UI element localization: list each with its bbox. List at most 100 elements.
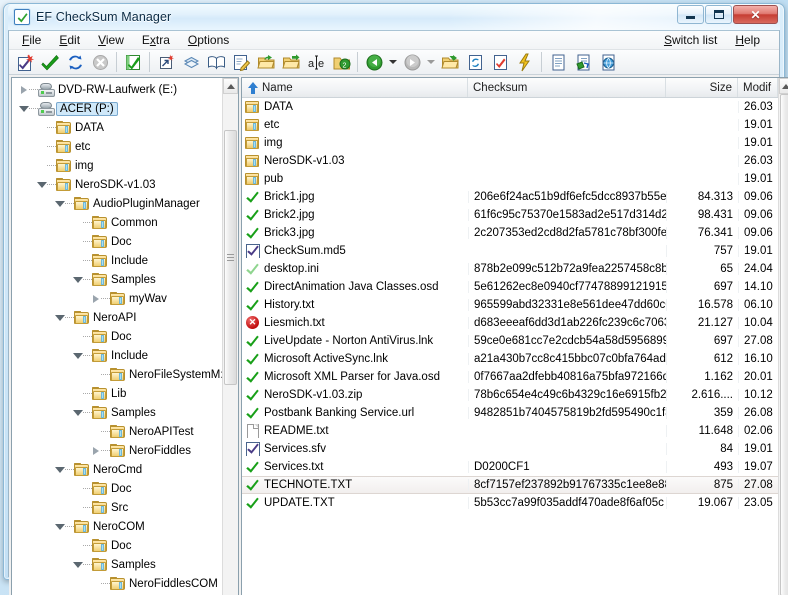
tree-item-mywav[interactable]: myWav <box>12 289 222 308</box>
expand-arrow-icon[interactable] <box>18 80 29 99</box>
collapse-arrow-icon[interactable] <box>54 308 65 327</box>
tree-item-nerofilesystemm[interactable]: NeroFileSystemM: <box>12 365 222 384</box>
collapse-arrow-icon[interactable] <box>72 346 83 365</box>
tree-item-samples[interactable]: Samples <box>12 555 222 574</box>
tree-item-include[interactable]: Include <box>12 251 222 270</box>
tree-item-data[interactable]: DATA <box>12 118 222 137</box>
collapse-arrow-icon[interactable] <box>72 270 83 289</box>
tree-scroll-thumb[interactable] <box>224 130 237 385</box>
table-row[interactable]: UPDATE.TXT5b53cc7a99f035addf470ade8f6af0… <box>242 494 778 512</box>
tree-item-samples[interactable]: Samples <box>12 403 222 422</box>
tree-item-nerosdk-v1-03[interactable]: NeroSDK-v1.03 <box>12 175 222 194</box>
up-folder-button[interactable] <box>438 50 462 74</box>
tree-item-doc[interactable]: Doc <box>12 536 222 555</box>
collapse-arrow-icon[interactable] <box>72 403 83 422</box>
book-button[interactable] <box>204 50 228 74</box>
tree-item-nerofiddlescom[interactable]: NeroFiddlesCOM <box>12 574 222 593</box>
tree-item-neroapi[interactable]: NeroAPI <box>12 308 222 327</box>
tree-item-nerocom[interactable]: NeroCOM <box>12 517 222 536</box>
table-row[interactable]: Microsoft XML Parser for Java.osd0f7667a… <box>242 368 778 386</box>
table-row[interactable]: Liesmich.txtd683eeeaf6dd3d1ab226fc239c6c… <box>242 314 778 332</box>
tree-item-audiopluginmanager[interactable]: AudioPluginManager <box>12 194 222 213</box>
tree-item-doc[interactable]: Doc <box>12 479 222 498</box>
list-vertical-scrollbar[interactable] <box>778 78 788 595</box>
expand-arrow-icon[interactable] <box>90 289 101 308</box>
menu-switch-list[interactable]: Switch list <box>655 31 726 49</box>
tree-scroll-track[interactable] <box>223 94 238 595</box>
column-header-name[interactable]: Name <box>242 78 468 97</box>
tree-item-acer-p[interactable]: ACER (P:) <box>12 99 222 118</box>
menu-edit[interactable]: Edit <box>50 31 89 49</box>
collapse-arrow-icon[interactable] <box>54 194 65 213</box>
document-button[interactable] <box>546 50 570 74</box>
table-row[interactable]: Services.sfv8419.01 <box>242 440 778 458</box>
recycle-button[interactable]: 2 <box>329 50 353 74</box>
menu-help[interactable]: Help <box>726 31 769 49</box>
refresh-view-button[interactable] <box>463 50 487 74</box>
quick-action-button[interactable] <box>513 50 537 74</box>
collapse-arrow-icon[interactable] <box>18 99 29 118</box>
shortcut-button[interactable] <box>154 50 178 74</box>
table-row[interactable]: Postbank Banking Service.url9482851b7404… <box>242 404 778 422</box>
menu-options[interactable]: Options <box>179 31 238 49</box>
back-button[interactable] <box>362 50 386 74</box>
tree-item-nerocmd[interactable]: NeroCmd <box>12 460 222 479</box>
table-row[interactable]: CheckSum.md575719.01 <box>242 242 778 260</box>
tree-item-include[interactable]: Include <box>12 346 222 365</box>
tree-item-common[interactable]: Common <box>12 213 222 232</box>
tree-item-nerofiddles[interactable]: NeroFiddles <box>12 441 222 460</box>
tree-item-samples[interactable]: Samples <box>12 270 222 289</box>
tree-vertical-scrollbar[interactable] <box>222 78 238 595</box>
collapse-arrow-icon[interactable] <box>36 175 47 194</box>
list-scroll-track[interactable] <box>779 94 788 595</box>
folder-tree[interactable]: DVD-RW-Laufwerk (E:)ACER (P:)DATAetcimgN… <box>12 78 222 595</box>
forward-dropdown-arrow[interactable] <box>425 50 437 74</box>
column-header-checksum[interactable]: Checksum <box>468 78 666 97</box>
table-row[interactable]: Brick1.jpg206e6f24ac51b9df6efc5dcc8937b5… <box>242 188 778 206</box>
export-folder-button[interactable] <box>279 50 303 74</box>
tree-item-dvd-rw-laufwerk-e[interactable]: DVD-RW-Laufwerk (E:) <box>12 80 222 99</box>
minimize-button[interactable] <box>677 5 704 24</box>
list-scroll-thumb[interactable] <box>780 94 788 595</box>
document-export-button[interactable] <box>571 50 595 74</box>
table-row[interactable]: img19.01 <box>242 134 778 152</box>
layers-button[interactable] <box>179 50 203 74</box>
column-header-size[interactable]: Size <box>666 78 738 97</box>
tree-item-doc[interactable]: Doc <box>12 327 222 346</box>
tree-item-etc[interactable]: etc <box>12 137 222 156</box>
create-checksum-button[interactable] <box>121 50 145 74</box>
column-header-modified[interactable]: Modif <box>738 78 778 97</box>
menu-file[interactable]: File <box>13 31 50 49</box>
menu-view[interactable]: View <box>89 31 133 49</box>
table-row[interactable]: Services.txtD0200CF149319.07 <box>242 458 778 476</box>
menu-extra[interactable]: Extra <box>133 31 179 49</box>
collapse-arrow-icon[interactable] <box>54 460 65 479</box>
tree-item-neroapitest[interactable]: NeroAPITest <box>12 422 222 441</box>
forward-button[interactable] <box>400 50 424 74</box>
list-scroll-up-button[interactable] <box>779 78 788 94</box>
expand-arrow-icon[interactable] <box>90 441 101 460</box>
new-checksum-button[interactable] <box>13 50 37 74</box>
tree-item-doc[interactable]: Doc <box>12 232 222 251</box>
table-row[interactable]: NeroSDK-v1.03.zip78b6c654e4c49c6b4329c16… <box>242 386 778 404</box>
tree-item-img[interactable]: img <box>12 156 222 175</box>
cancel-button[interactable] <box>88 50 112 74</box>
table-row[interactable]: NeroSDK-v1.0326.03 <box>242 152 778 170</box>
edit-button[interactable] <box>229 50 253 74</box>
back-dropdown-arrow[interactable] <box>387 50 399 74</box>
open-folder-button[interactable] <box>254 50 278 74</box>
table-row[interactable]: TECHNOTE.TXT8cf7157ef237892b91767335c1ee… <box>242 476 778 494</box>
table-row[interactable]: README.txt11.64802.06 <box>242 422 778 440</box>
table-row[interactable]: DATA26.03 <box>242 98 778 116</box>
check-file-button[interactable] <box>488 50 512 74</box>
table-row[interactable]: Microsoft ActiveSync.lnka21a430b7cc8c415… <box>242 350 778 368</box>
web-button[interactable] <box>596 50 620 74</box>
close-button[interactable]: ✕ <box>733 5 778 24</box>
collapse-arrow-icon[interactable] <box>54 517 65 536</box>
table-row[interactable]: DirectAnimation Java Classes.osd5e61262e… <box>242 278 778 296</box>
table-row[interactable]: etc19.01 <box>242 116 778 134</box>
table-row[interactable]: Brick2.jpg61f6c95c75370e1583ad2e517d314d… <box>242 206 778 224</box>
rename-button[interactable]: a e <box>304 50 328 74</box>
tree-scroll-up-button[interactable] <box>223 78 238 94</box>
collapse-arrow-icon[interactable] <box>72 555 83 574</box>
